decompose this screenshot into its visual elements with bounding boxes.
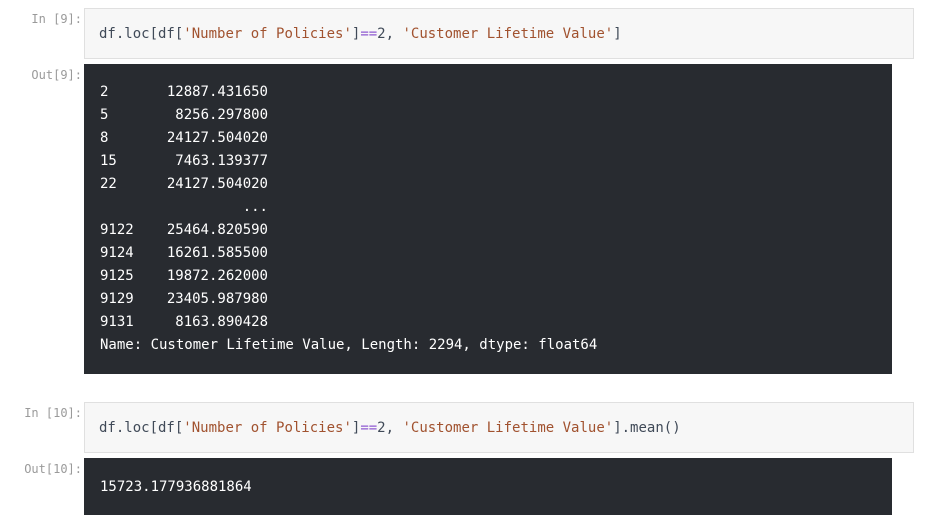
code-token: ] [613,25,622,42]
series-row: 8 24127.504020 [100,127,892,150]
row-value: 24127.504020 [166,176,268,192]
row-index: 15 [100,153,117,169]
code-token: ].mean() [613,419,681,436]
out-prompt-10: Out[10]: [24,462,82,476]
series-row: 9125 19872.262000 [100,265,892,288]
code-string: 'Number of Policies' [183,25,352,42]
code-input-cell-9[interactable]: df.loc[df['Number of Policies'] == 2, 'Cus… [84,8,914,59]
row-value: 23405.987980 [166,291,268,307]
code-string: 'Customer Lifetime Value' [402,419,614,436]
row-index: 9129 [100,291,134,307]
row-value: 16261.585500 [166,245,268,261]
row-value: 8163.890428 [175,314,268,330]
output-cell-9: 2 12887.431650 5 8256.297800 8 24127.504020 15… [84,64,892,374]
series-row: 9124 16261.585500 [100,242,892,265]
series-row: 9131 8163.890428 [100,311,892,334]
in-prompt-10: In [10]: [24,406,82,420]
code-operator: == [360,25,378,42]
series-row: 9129 23405.987980 [100,288,892,311]
row-index: 5 [100,107,109,123]
row-value: 19872.262000 [166,268,268,284]
series-output: 2 12887.431650 5 8256.297800 8 24127.504020 15… [100,81,892,334]
code-token: 2, [377,419,403,436]
row-value: 12887.431650 [166,84,268,100]
code-token: df.loc[df[ [99,25,184,42]
row-index: 8 [100,130,109,146]
series-row: 22 24127.504020 [100,173,892,196]
series-row: 15 7463.139377 [100,150,892,173]
code-string: 'Customer Lifetime Value' [402,25,614,42]
code-token: df.loc[df[ [99,419,184,436]
row-value: ... [242,199,268,215]
out-prompt-9: Out[9]: [31,68,82,82]
series-footer: Name: Customer Lifetime Value, Length: 2… [100,337,598,353]
series-row: 2 12887.431650 [100,81,892,104]
code-token: 2, [377,25,403,42]
row-value: 8256.297800 [175,107,268,123]
code-token: ] [351,419,361,436]
code-input-cell-10[interactable]: df.loc[df['Number of Policies'] == 2, 'Cus… [84,402,914,453]
row-index: 9124 [100,245,134,261]
code-token: ] [351,25,361,42]
series-row: 9122 25464.820590 [100,219,892,242]
mean-result: 15723.177936881864 [100,479,252,495]
row-value: 7463.139377 [175,153,268,169]
row-index: 9122 [100,222,134,238]
in-prompt-9: In [9]: [31,12,82,26]
code-string: 'Number of Policies' [183,419,352,436]
series-row: 5 8256.297800 [100,104,892,127]
row-value: 24127.504020 [166,130,268,146]
row-index: 9125 [100,268,134,284]
row-index: 22 [100,176,117,192]
output-cell-10: 15723.177936881864 [84,458,892,515]
row-index: 9131 [100,314,134,330]
row-value: 25464.820590 [166,222,268,238]
row-index: 2 [100,84,109,100]
series-row: ... [100,196,892,219]
code-operator: == [360,419,378,436]
